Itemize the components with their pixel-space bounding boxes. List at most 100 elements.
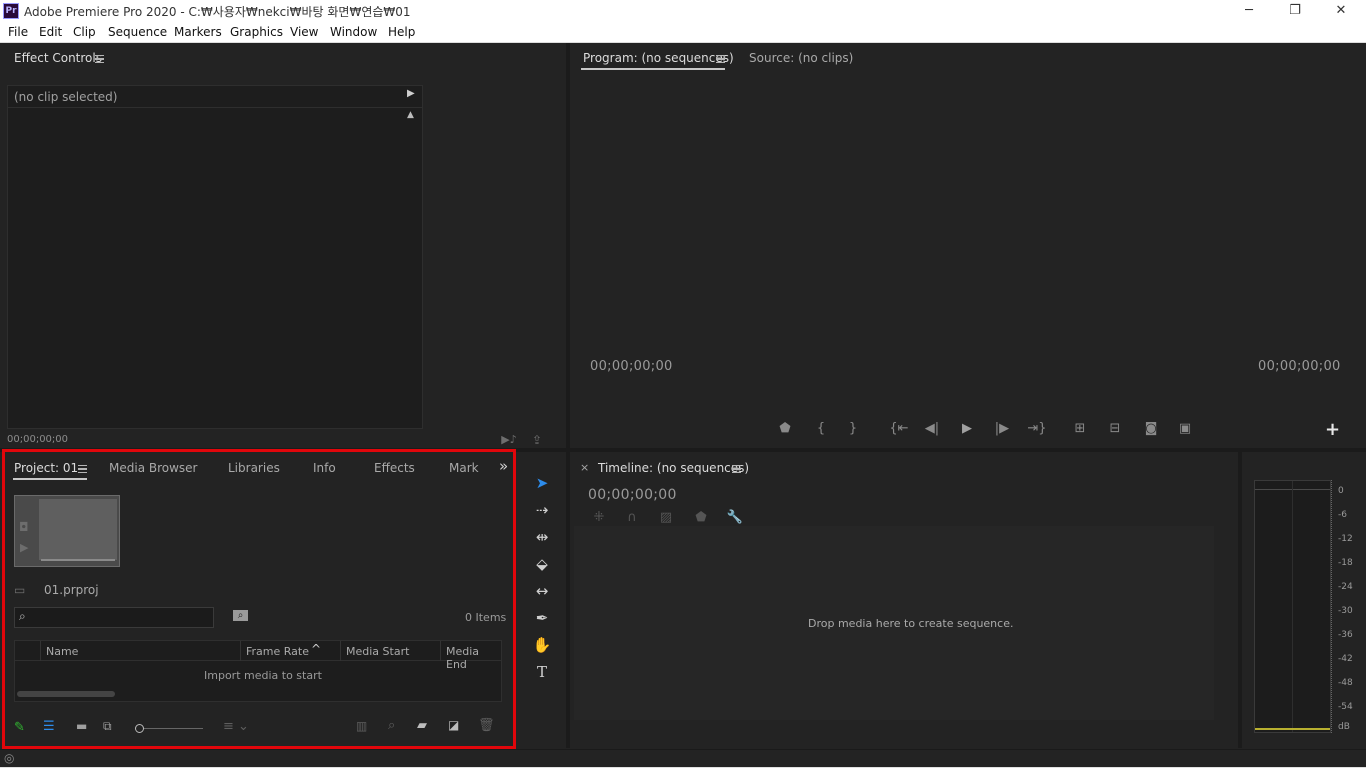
menu-help[interactable]: Help (388, 25, 415, 39)
timeline-settings-icon[interactable]: 🔧 (726, 508, 744, 528)
pen-tool-icon[interactable]: ✒ (531, 607, 553, 629)
panel-menu-icon[interactable] (78, 465, 87, 473)
tab-effects[interactable]: Effects (374, 461, 415, 475)
find-icon[interactable]: ⌕ (388, 718, 395, 733)
step-back-icon[interactable]: ◀| (923, 419, 941, 439)
tab-source[interactable]: Source: (no clips) (749, 51, 853, 65)
razor-tool-icon[interactable]: ⬙ (531, 553, 553, 575)
thumbnail-scrub-bar[interactable] (41, 559, 115, 561)
marker-icon[interactable]: ⬟ (776, 419, 794, 439)
meter-label: -18 (1338, 558, 1353, 568)
meter-label: -24 (1338, 582, 1353, 592)
search-input[interactable] (35, 609, 209, 626)
menu-file[interactable]: File (8, 25, 28, 39)
project-thumbnail[interactable]: ◘ ▶ (14, 495, 120, 567)
column-divider (40, 641, 41, 661)
zoom-slider[interactable] (135, 728, 203, 729)
new-item-icon[interactable]: ◪ (448, 718, 459, 732)
button-editor-add-icon[interactable]: + (1325, 419, 1340, 440)
status-bar: ◎ (0, 749, 1366, 768)
meter-label: -6 (1338, 510, 1347, 520)
meter-label: -48 (1338, 678, 1353, 688)
close-button[interactable]: ✕ (1318, 0, 1364, 22)
step-forward-icon[interactable]: |▶ (993, 419, 1011, 439)
linked-selection-icon[interactable]: ▨ (657, 508, 675, 528)
panel-overflow-icon[interactable]: » (499, 457, 508, 475)
tab-project[interactable]: Project: 01 (14, 461, 78, 475)
close-tab-icon[interactable]: × (580, 461, 589, 474)
freeform-view-icon[interactable]: ⧉ (103, 719, 112, 734)
sort-ascending-icon[interactable]: ^ (311, 642, 321, 656)
tab-effect-controls[interactable]: Effect Controls (14, 51, 102, 65)
slip-tool-icon[interactable]: ↔ (531, 580, 553, 602)
column-name[interactable]: Name (46, 645, 78, 658)
menu-graphics[interactable]: Graphics (230, 25, 283, 39)
column-frame-rate[interactable]: Frame Rate (246, 645, 309, 658)
menu-markers[interactable]: Markers (174, 25, 222, 39)
menu-edit[interactable]: Edit (39, 25, 62, 39)
import-media-message[interactable]: Import media to start (204, 669, 322, 682)
automate-to-sequence-icon[interactable]: ▥ (356, 719, 367, 733)
active-tab-indicator (581, 68, 725, 70)
find-icon[interactable]: ⌕ (233, 610, 248, 621)
effect-controls-timecode[interactable]: 00;00;00;00 (7, 434, 68, 445)
sort-icons-icon[interactable]: ≡ ⌄ (223, 719, 249, 734)
go-to-in-icon[interactable]: {⇤ (888, 419, 910, 439)
export-frame-icon[interactable]: ◙ (1141, 419, 1161, 439)
minimize-button[interactable]: ─ (1226, 0, 1272, 22)
background-render-icon[interactable]: ◎ (4, 751, 14, 765)
menu-view[interactable]: View (290, 25, 318, 39)
list-view-icon[interactable]: ☰ (43, 719, 55, 734)
mark-out-icon[interactable]: } (846, 419, 860, 439)
timeline-drop-area[interactable]: Drop media here to create sequence. (574, 526, 1214, 720)
column-media-end[interactable]: Media End (446, 645, 501, 671)
export-icon[interactable]: ⇪ (528, 430, 546, 450)
horizontal-scrollbar[interactable] (17, 691, 115, 697)
type-tool-icon[interactable]: T (531, 661, 553, 683)
expand-arrow-icon[interactable]: ▶ (407, 88, 415, 99)
panel-menu-icon[interactable] (95, 55, 104, 63)
add-marker-icon[interactable]: ⬟ (692, 508, 710, 528)
ripple-edit-tool-icon[interactable]: ⇹ (531, 526, 553, 548)
playhead-timecode[interactable]: 00;00;00;00 (590, 359, 673, 374)
lift-icon[interactable]: ⊞ (1069, 419, 1091, 439)
snap-icon[interactable]: ∩ (623, 508, 641, 528)
comparison-view-icon[interactable]: ▣ (1174, 419, 1196, 439)
clear-trash-icon[interactable]: 🗑 (478, 718, 495, 733)
zoom-slider-handle[interactable] (135, 724, 144, 733)
meter-label: dB (1338, 722, 1350, 732)
mark-in-icon[interactable]: { (814, 419, 828, 439)
new-bin-icon[interactable]: ▰ (417, 718, 427, 733)
collapse-up-icon[interactable]: ▲ (407, 110, 414, 120)
timeline-timecode[interactable]: 00;00;00;00 (588, 487, 677, 503)
icon-view-icon[interactable]: ▬ (76, 719, 87, 733)
project-search-field[interactable]: ⌕ (14, 607, 214, 628)
restore-button[interactable]: ❐ (1272, 0, 1318, 22)
filter-audio-icon[interactable]: ▶♪ (500, 430, 518, 450)
hand-tool-icon[interactable]: ✋ (531, 634, 553, 656)
meter-label: -12 (1338, 534, 1353, 544)
extract-icon[interactable]: ⊟ (1104, 419, 1126, 439)
pencil-icon[interactable]: ✎ (14, 720, 25, 735)
meter-label: 0 (1338, 486, 1344, 496)
tab-markers[interactable]: Mark (449, 461, 479, 475)
column-media-start[interactable]: Media Start (346, 645, 409, 658)
tab-libraries[interactable]: Libraries (228, 461, 280, 475)
panel-menu-icon[interactable] (716, 55, 725, 63)
drop-media-message: Drop media here to create sequence. (808, 617, 1014, 630)
premiere-app-icon: Pr (3, 3, 19, 19)
nest-icon[interactable]: ⁜ (590, 508, 608, 528)
tab-info[interactable]: Info (313, 461, 336, 475)
menu-clip[interactable]: Clip (73, 25, 96, 39)
tab-media-browser[interactable]: Media Browser (109, 461, 197, 475)
play-icon[interactable]: ▶ (958, 419, 976, 439)
tab-timeline[interactable]: Timeline: (no sequences) (598, 461, 749, 475)
menu-sequence[interactable]: Sequence (108, 25, 167, 39)
tab-program[interactable]: Program: (no sequences) (583, 51, 734, 65)
track-select-tool-icon[interactable]: ⇢ (531, 499, 553, 521)
menu-window[interactable]: Window (330, 25, 377, 39)
go-to-out-icon[interactable]: ⇥} (1026, 419, 1048, 439)
clip-selector[interactable]: (no clip selected) ▶ (8, 86, 422, 108)
panel-menu-icon[interactable] (732, 465, 741, 473)
selection-tool-icon[interactable]: ➤ (531, 472, 553, 494)
